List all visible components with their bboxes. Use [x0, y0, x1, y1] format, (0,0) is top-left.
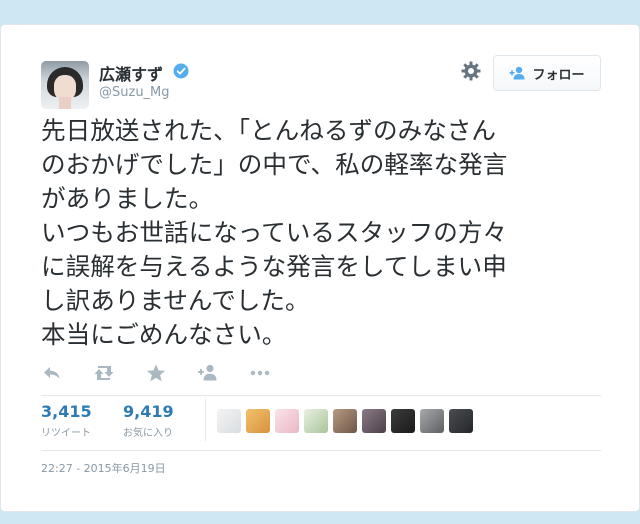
- favorite-icon[interactable]: [145, 363, 167, 383]
- favoriter-avatar[interactable]: [420, 409, 444, 433]
- follow-button-label: フォロー: [532, 67, 585, 83]
- tweet-line: 本当にごめんなさい。: [41, 320, 287, 349]
- favoriter-avatar[interactable]: [217, 409, 241, 433]
- reply-icon[interactable]: [41, 363, 63, 383]
- favoriter-avatar[interactable]: [275, 409, 299, 433]
- divider-bottom: [41, 450, 601, 451]
- divider-top: [41, 395, 601, 396]
- tweet-line: に誤解を与えるような発言をしてしまい申: [41, 252, 507, 281]
- tweet-text: 先日放送された、「とんねるずのみなさん のおかげでした」の中で、私の軽率な発言 …: [41, 114, 601, 352]
- favorite-label: お気に入り: [123, 428, 173, 439]
- tweet-timestamp[interactable]: 22:27 - 2015年6月19日: [41, 460, 166, 476]
- tweet-line: 先日放送された、「とんねるずのみなさん: [41, 116, 496, 145]
- favoriter-avatar[interactable]: [362, 409, 386, 433]
- retweet-count[interactable]: 3,415: [41, 402, 92, 421]
- favoriter-avatar[interactable]: [391, 409, 415, 433]
- retweet-icon[interactable]: [93, 363, 115, 383]
- favoriter-avatar[interactable]: [304, 409, 328, 433]
- follow-button[interactable]: フォロー: [493, 55, 601, 91]
- user-name[interactable]: 広瀬すず: [99, 61, 163, 85]
- add-user-icon: [509, 66, 525, 80]
- tweet-line: し訳ありませんでした。: [41, 286, 310, 315]
- gear-icon[interactable]: [460, 60, 482, 82]
- tweet-line: がありました。: [41, 184, 214, 213]
- avatar-neck: [59, 97, 71, 109]
- stats-separator: [205, 399, 206, 441]
- favoriter-avatar[interactable]: [333, 409, 357, 433]
- retweet-label: リツイート: [41, 428, 91, 439]
- favoriter-avatar[interactable]: [449, 409, 473, 433]
- avatar[interactable]: [41, 61, 89, 109]
- favoriter-avatar[interactable]: [246, 409, 270, 433]
- tweet-line: のおかげでした」の中で、私の軽率な発言: [41, 150, 508, 179]
- verified-badge-icon: [173, 63, 189, 79]
- follow-icon[interactable]: [197, 363, 219, 383]
- tweet-line: いつもお世話になっているスタッフの方々: [41, 218, 508, 247]
- more-icon[interactable]: [249, 363, 271, 383]
- tweet-card: 広瀬すず @Suzu_Mg フォロー 先日放送された、「とんねるずのみなさん の…: [0, 24, 640, 512]
- user-handle[interactable]: @Suzu_Mg: [99, 85, 170, 100]
- favorite-count[interactable]: 9,419: [123, 402, 174, 421]
